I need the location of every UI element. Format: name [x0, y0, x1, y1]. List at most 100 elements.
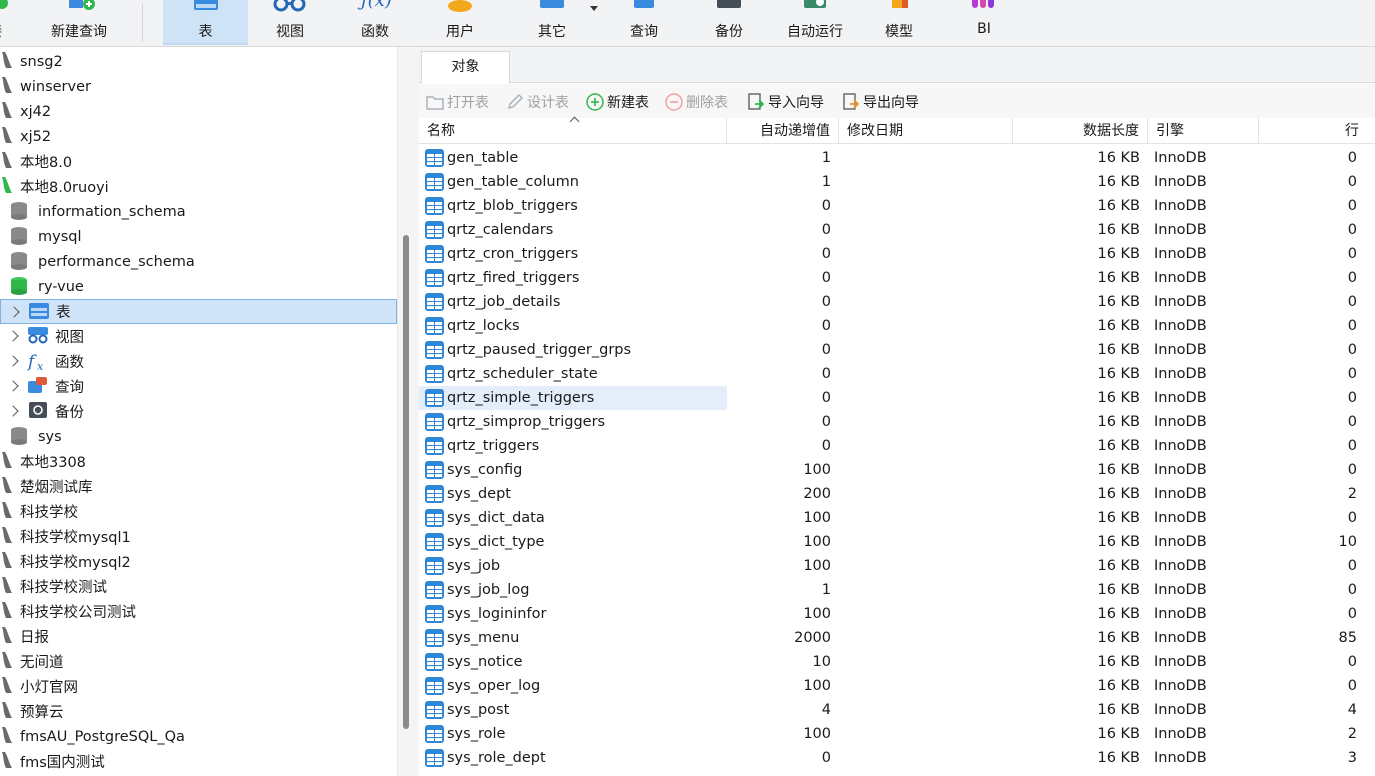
table-row[interactable]: sys_logininfor 100 16 KB InnoDB 0 [419, 602, 1375, 626]
chevron-right-icon[interactable] [7, 355, 19, 367]
table-row[interactable]: qrtz_triggers 0 16 KB InnoDB 0 [419, 434, 1375, 458]
table-row[interactable]: sys_config 100 16 KB InnoDB 0 [419, 458, 1375, 482]
mysql-connection-icon [0, 101, 14, 123]
tree-item[interactable]: 科技学校 [0, 499, 397, 524]
table-row[interactable]: sys_role 100 16 KB InnoDB 2 [419, 722, 1375, 746]
auto-increment-value: 100 [803, 462, 831, 478]
others-dropdown-caret-icon[interactable] [590, 6, 598, 11]
toolbar-bi-button[interactable]: BI [952, 0, 1016, 45]
table-row[interactable]: gen_table 1 16 KB InnoDB 0 [419, 146, 1375, 170]
tree-item[interactable]: f x 函数 [0, 349, 397, 374]
tree-item[interactable]: 楚烟测试库 [0, 474, 397, 499]
table-name: qrtz_locks [447, 318, 520, 334]
column-header-modified-date[interactable]: 修改日期 [839, 118, 1013, 144]
tree-item[interactable]: 科技学校mysql2 [0, 549, 397, 574]
tree-item-label: sys [38, 428, 62, 445]
toolbar-views-button[interactable]: 视图 [256, 0, 324, 45]
tree-item[interactable]: 科技学校公司测试 [0, 599, 397, 624]
table-row[interactable]: gen_table_column 1 16 KB InnoDB 0 [419, 170, 1375, 194]
table-row[interactable]: sys_dept 200 16 KB InnoDB 2 [419, 482, 1375, 506]
table-row[interactable]: qrtz_simple_triggers 0 16 KB InnoDB 0 [419, 386, 1375, 410]
tree-item[interactable]: ry-vue [0, 274, 397, 299]
tree-item[interactable]: 科技学校测试 [0, 574, 397, 599]
table-row[interactable]: sys_job_log 1 16 KB InnoDB 0 [419, 578, 1375, 602]
table-row[interactable]: qrtz_calendars 0 16 KB InnoDB 0 [419, 218, 1375, 242]
toolbar-automation-button[interactable]: 自动运行 [777, 0, 853, 45]
engine-value: InnoDB [1154, 678, 1207, 694]
column-header-rows[interactable]: 行 [1259, 118, 1367, 144]
toolbar-tables-button[interactable]: 表 [163, 0, 248, 45]
tree-item[interactable]: fmsAU_PostgreSQL_Qa [0, 724, 397, 749]
tree-item[interactable]: 表 [0, 299, 397, 324]
toolbar-connect-button[interactable]: 接 [0, 0, 16, 45]
tree-item[interactable]: 科技学校mysql1 [0, 524, 397, 549]
tree-item[interactable]: 预算云 [0, 699, 397, 724]
table-row[interactable]: qrtz_blob_triggers 0 16 KB InnoDB 0 [419, 194, 1375, 218]
toolbar-queries-button[interactable]: 查询 [610, 0, 678, 45]
tree-item[interactable]: information_schema [0, 199, 397, 224]
toolbar-others-button[interactable]: 其它 [517, 0, 587, 45]
table-row[interactable]: sys_notice 10 16 KB InnoDB 0 [419, 650, 1375, 674]
column-header-auto-increment[interactable]: 自动递增值 [727, 118, 839, 144]
tree-item[interactable]: 本地8.0 [0, 149, 397, 174]
tree-item[interactable]: performance_schema [0, 249, 397, 274]
toolbar-model-button[interactable]: 模型 [866, 0, 932, 45]
toolbar-new-query-button[interactable]: 新建查询 [40, 0, 118, 45]
tree-item[interactable]: 查询 [0, 374, 397, 399]
delete-table-button[interactable]: 删除表 [665, 92, 728, 112]
chevron-right-icon[interactable] [7, 380, 19, 392]
tree-item[interactable]: snsg2 [0, 49, 397, 74]
tree-item[interactable]: 备份 [0, 399, 397, 424]
table-row[interactable]: sys_dict_data 100 16 KB InnoDB 0 [419, 506, 1375, 530]
table-row[interactable]: qrtz_scheduler_state 0 16 KB InnoDB 0 [419, 362, 1375, 386]
tree-item[interactable]: 视图 [0, 324, 397, 349]
tree-item[interactable]: mysql [0, 224, 397, 249]
table-row[interactable]: qrtz_locks 0 16 KB InnoDB 0 [419, 314, 1375, 338]
table-row[interactable]: sys_role_dept 0 16 KB InnoDB 3 [419, 746, 1375, 770]
open-table-button[interactable]: 打开表 [426, 92, 489, 112]
column-header-data-length[interactable]: 数据长度 [1013, 118, 1148, 144]
table-name: gen_table_column [447, 174, 579, 190]
table-row[interactable]: qrtz_job_details 0 16 KB InnoDB 0 [419, 290, 1375, 314]
data-length-value: 16 KB [1097, 630, 1140, 646]
tree-item[interactable]: 小灯官网 [0, 674, 397, 699]
toolbar-backup-button[interactable]: 备份 [694, 0, 764, 45]
tree-item[interactable]: 本地8.0ruoyi [0, 174, 397, 199]
tree-scrollbar-thumb[interactable] [403, 235, 409, 729]
table-list: gen_table 1 16 KB InnoDB 0 gen_table_column 1 1… [419, 146, 1375, 776]
tree-item[interactable]: 本地3308 [0, 449, 397, 474]
tree-item[interactable]: xj52 [0, 124, 397, 149]
tree-item[interactable]: winserver [0, 74, 397, 99]
import-wizard-button[interactable]: 导入向导 [747, 92, 824, 112]
table-row[interactable]: sys_oper_log 100 16 KB InnoDB 0 [419, 674, 1375, 698]
table-row[interactable]: sys_menu 2000 16 KB InnoDB 85 [419, 626, 1375, 650]
table-row[interactable]: qrtz_paused_trigger_grps 0 16 KB InnoDB 0 [419, 338, 1375, 362]
table-row[interactable]: qrtz_cron_triggers 0 16 KB InnoDB 0 [419, 242, 1375, 266]
new-table-button[interactable]: 新建表 [586, 92, 649, 112]
data-length-value: 16 KB [1097, 750, 1140, 766]
table-icon [425, 341, 444, 359]
chevron-right-icon[interactable] [7, 330, 19, 342]
auto-increment-value: 100 [803, 534, 831, 550]
auto-increment-value: 10 [812, 654, 831, 670]
tree-item[interactable]: xj42 [0, 99, 397, 124]
tree-item[interactable]: sys [0, 424, 397, 449]
modified-date-value [847, 482, 1007, 506]
chevron-right-icon[interactable] [8, 306, 20, 318]
table-row[interactable]: sys_job 100 16 KB InnoDB 0 [419, 554, 1375, 578]
toolbar-users-button[interactable]: 用户 [425, 0, 495, 45]
chevron-right-icon[interactable] [7, 405, 19, 417]
tree-item[interactable]: 无间道 [0, 649, 397, 674]
tab-objects[interactable]: 对象 [421, 51, 510, 84]
table-row[interactable]: sys_dict_type 100 16 KB InnoDB 10 [419, 530, 1375, 554]
table-row[interactable]: qrtz_fired_triggers 0 16 KB InnoDB 0 [419, 266, 1375, 290]
export-wizard-button[interactable]: 导出向导 [842, 92, 919, 112]
column-header-engine[interactable]: 引擎 [1148, 118, 1259, 144]
design-table-button[interactable]: 设计表 [506, 92, 569, 112]
toolbar-functions-button[interactable]: ƒ(x) 函数 [340, 0, 410, 45]
table-row[interactable]: sys_post 4 16 KB InnoDB 4 [419, 698, 1375, 722]
tree-item[interactable]: fms国内测试 [0, 749, 397, 774]
table-row[interactable]: qrtz_simprop_triggers 0 16 KB InnoDB 0 [419, 410, 1375, 434]
table-icon [425, 245, 444, 263]
tree-item[interactable]: 日报 [0, 624, 397, 649]
